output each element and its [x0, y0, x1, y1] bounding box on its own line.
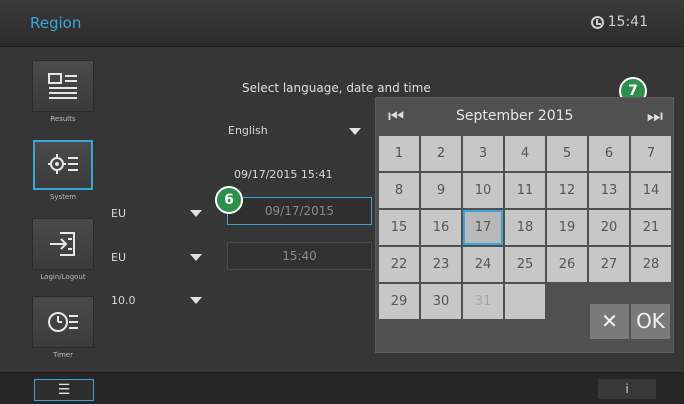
results-tile[interactable] — [32, 60, 94, 112]
sidebar-item-label: Timer — [52, 351, 73, 359]
calendar-day[interactable]: 29 — [379, 284, 419, 319]
login-logout-icon — [50, 232, 75, 256]
clock-time: 15:41 — [607, 14, 648, 30]
chevron-down-icon[interactable] — [190, 210, 202, 217]
chevron-down-icon[interactable] — [190, 297, 202, 304]
calendar-day[interactable]: 26 — [547, 247, 587, 282]
calendar-popup: ⏮ September 2015 ⏭ 1 2 3 4 5 6 7 8 9 10 … — [375, 97, 674, 353]
calendar-day[interactable]: 7 — [631, 136, 671, 171]
login-logout-tile[interactable] — [32, 218, 94, 270]
system-icon — [48, 154, 78, 174]
calendar-day-selected[interactable]: 17 — [463, 210, 503, 245]
sidebar-item-label: System — [49, 193, 77, 201]
menu-button[interactable]: ☰ — [34, 379, 94, 401]
calendar-day[interactable]: 21 — [631, 210, 671, 245]
sidebar-item-login-logout[interactable]: Login/Logout — [30, 218, 96, 281]
current-datetime: 09/17/2015 15:41 — [234, 168, 333, 181]
calendar-day[interactable]: 14 — [631, 173, 671, 208]
clock-display: 15:41 — [590, 14, 648, 30]
sidebar-item-label: Results — [50, 115, 76, 123]
language-select-value[interactable]: English — [228, 124, 268, 137]
time-field[interactable]: 15:40 — [227, 242, 372, 270]
chevron-down-icon[interactable] — [349, 128, 361, 135]
calendar-day[interactable]: 24 — [463, 247, 503, 282]
system-tile[interactable] — [33, 140, 93, 190]
time-format-select-value[interactable]: EU — [111, 251, 126, 264]
calendar-day[interactable]: 4 — [505, 136, 545, 171]
chevron-down-icon[interactable] — [190, 254, 202, 261]
top-bar: Region 15:41 — [0, 0, 684, 47]
page-title: Region — [30, 14, 82, 32]
calendar-day[interactable]: 15 — [379, 210, 419, 245]
calendar-day[interactable]: 16 — [421, 210, 461, 245]
bottom-bar: ☰ i — [0, 372, 684, 404]
sidebar-item-system[interactable]: System — [30, 140, 96, 201]
calendar-grid: 1 2 3 4 5 6 7 8 9 10 11 12 13 14 15 16 1… — [379, 136, 671, 319]
calendar-day[interactable]: 13 — [589, 173, 629, 208]
ok-button[interactable]: OK — [631, 304, 670, 339]
calendar-day[interactable]: 20 — [589, 210, 629, 245]
calendar-day[interactable]: 8 — [379, 173, 419, 208]
calendar-day[interactable]: 3 — [463, 136, 503, 171]
timer-icon — [48, 312, 78, 332]
date-field[interactable]: 09/17/2015 — [227, 197, 372, 225]
timezone-select-value[interactable]: 10.0 — [111, 294, 136, 307]
calendar-day[interactable]: 5 — [547, 136, 587, 171]
settings-heading: Select language, date and time — [242, 81, 431, 95]
calendar-day[interactable]: 10 — [463, 173, 503, 208]
timer-tile[interactable] — [32, 296, 94, 348]
calendar-day[interactable]: 22 — [379, 247, 419, 282]
sidebar-item-results[interactable]: Results — [30, 60, 96, 123]
calendar-day[interactable]: 23 — [421, 247, 461, 282]
calendar-header: ⏮ September 2015 ⏭ — [376, 98, 673, 134]
calendar-day[interactable]: 9 — [421, 173, 461, 208]
sidebar-item-timer[interactable]: Timer — [30, 296, 96, 359]
calendar-day[interactable]: 27 — [589, 247, 629, 282]
cancel-button[interactable]: ✕ — [590, 304, 629, 339]
calendar-day[interactable]: 11 — [505, 173, 545, 208]
date-format-select-value[interactable]: EU — [111, 207, 126, 220]
calendar-day[interactable]: 25 — [505, 247, 545, 282]
info-button[interactable]: i — [598, 379, 656, 399]
calendar-day[interactable]: 30 — [421, 284, 461, 319]
calendar-actions: ✕ OK — [590, 304, 670, 339]
calendar-day[interactable]: 28 — [631, 247, 671, 282]
calendar-month-label: September 2015 — [456, 108, 574, 124]
callout-badge-6: 6 — [215, 186, 243, 214]
calendar-day[interactable]: 2 — [421, 136, 461, 171]
calendar-day[interactable]: 12 — [547, 173, 587, 208]
calendar-day[interactable]: 19 — [547, 210, 587, 245]
next-month-icon[interactable]: ⏭ — [647, 106, 663, 127]
calendar-day[interactable]: 6 — [589, 136, 629, 171]
clock-icon — [590, 15, 604, 29]
calendar-day[interactable]: 18 — [505, 210, 545, 245]
previous-month-icon[interactable]: ⏮ — [388, 106, 404, 127]
calendar-day[interactable]: 1 — [379, 136, 419, 171]
sidebar-item-label: Login/Logout — [40, 273, 86, 281]
calendar-day-disabled: 31 — [463, 284, 503, 319]
calendar-empty-cell — [505, 284, 545, 319]
results-icon — [48, 73, 77, 99]
